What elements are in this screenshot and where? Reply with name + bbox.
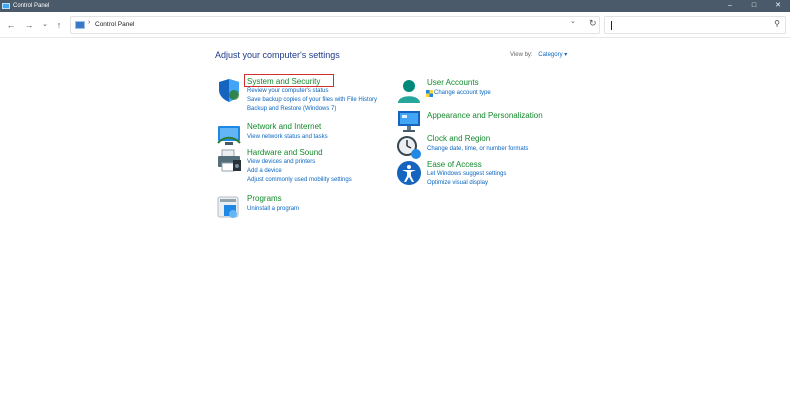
maximize-button[interactable]: □ [742, 0, 766, 12]
link-devices-printers[interactable]: View devices and printers [247, 159, 315, 165]
link-mobility-settings[interactable]: Adjust commonly used mobility settings [247, 177, 352, 183]
link-change-account-type[interactable]: Change account type [434, 90, 491, 96]
breadcrumb-chevron-icon[interactable]: › [88, 19, 90, 26]
minimize-button[interactable]: – [718, 0, 742, 12]
chevron-down-icon[interactable]: ⌄ [570, 17, 576, 25]
category-appearance: Appearance and Personalization [396, 108, 586, 132]
control-panel-icon [75, 21, 85, 29]
view-by-label: View by: [510, 52, 533, 58]
recent-chevron-icon[interactable]: ⌄ [38, 18, 52, 32]
view-by-dropdown[interactable]: Category ▾ [538, 52, 567, 58]
category-title[interactable]: System and Security [247, 77, 320, 86]
address-box[interactable]: › Control Panel [70, 16, 600, 34]
category-title[interactable]: Appearance and Personalization [427, 111, 543, 120]
category-title[interactable]: Ease of Access [427, 160, 482, 169]
address-bar: ← → ⌄ ↑ › Control Panel ⌄ ↻ ⚲ [0, 12, 790, 38]
user-icon[interactable] [396, 78, 422, 104]
page-title: Adjust your computer's settings [215, 50, 340, 60]
breadcrumb[interactable]: Control Panel [95, 21, 134, 28]
close-button[interactable]: ✕ [766, 0, 790, 12]
programs-icon[interactable] [216, 194, 242, 220]
search-icon[interactable]: ⚲ [774, 19, 780, 28]
printer-icon[interactable] [216, 148, 242, 174]
title-bar: Control Panel – □ ✕ [0, 0, 790, 12]
text-caret [611, 21, 612, 30]
search-input[interactable]: ⚲ [604, 16, 786, 34]
link-file-history[interactable]: Save backup copies of your files with Fi… [247, 97, 377, 103]
link-date-formats[interactable]: Change date, time, or number formats [427, 146, 528, 152]
up-arrow-icon[interactable]: ↑ [52, 18, 66, 32]
back-arrow-icon[interactable]: ← [4, 18, 18, 32]
link-review-status[interactable]: Review your computer's status [247, 88, 329, 94]
accessibility-icon[interactable] [396, 160, 422, 186]
shield-icon[interactable] [216, 77, 242, 103]
forward-arrow-icon[interactable]: → [22, 18, 36, 32]
link-uninstall-program[interactable]: Uninstall a program [247, 206, 299, 212]
view-by: View by: Category ▾ [510, 51, 567, 58]
display-icon[interactable] [396, 108, 422, 134]
category-title[interactable]: Programs [247, 194, 282, 203]
refresh-icon[interactable]: ↻ [589, 18, 597, 29]
category-user-accounts: User Accounts Change account type [396, 78, 566, 104]
link-optimize-display[interactable]: Optimize visual display [427, 180, 488, 186]
link-network-status[interactable]: View network status and tasks [247, 134, 328, 140]
link-add-device[interactable]: Add a device [247, 168, 282, 174]
uac-shield-icon [426, 90, 433, 97]
category-programs: Programs Uninstall a program [216, 194, 386, 218]
category-clock-region: Clock and Region Change date, time, or n… [396, 134, 566, 160]
link-suggest-settings[interactable]: Let Windows suggest settings [427, 171, 506, 177]
category-network-internet: Network and Internet View network status… [216, 122, 386, 146]
category-title[interactable]: Hardware and Sound [247, 148, 323, 157]
category-title[interactable]: Clock and Region [427, 134, 490, 143]
category-hardware-sound: Hardware and Sound View devices and prin… [216, 148, 386, 188]
category-system-security: System and Security Review your computer… [216, 74, 386, 117]
category-ease-of-access: Ease of Access Let Windows suggest setti… [396, 160, 566, 192]
category-title[interactable]: Network and Internet [247, 122, 321, 131]
clock-icon[interactable] [396, 134, 422, 160]
window-title: Control Panel [13, 3, 50, 9]
control-panel-icon [2, 3, 10, 9]
network-icon[interactable] [216, 122, 242, 148]
category-title[interactable]: User Accounts [427, 78, 479, 87]
link-backup-restore[interactable]: Backup and Restore (Windows 7) [247, 106, 336, 112]
